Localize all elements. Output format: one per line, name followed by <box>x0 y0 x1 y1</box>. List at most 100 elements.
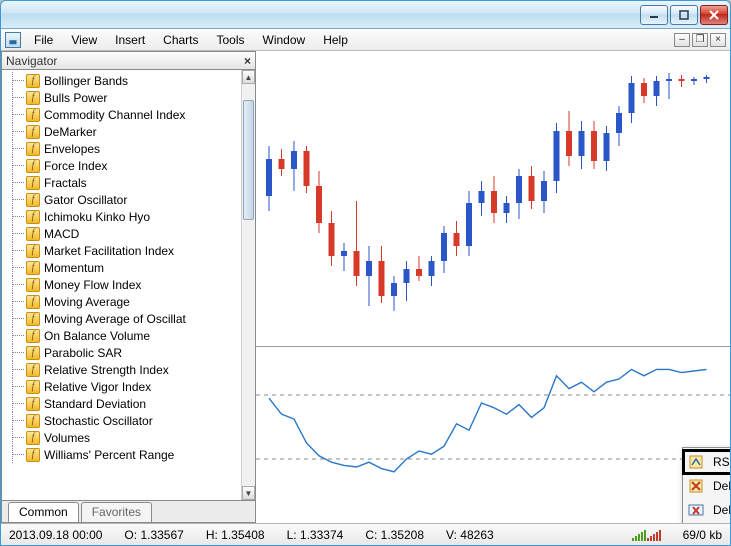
tree-item[interactable]: fMACD <box>2 225 241 242</box>
tree-item[interactable]: f Standard Deviation <box>2 395 241 412</box>
indicator-icon: f <box>26 176 40 190</box>
menu-window[interactable]: Window <box>254 31 315 49</box>
delete-window-icon <box>685 499 707 521</box>
tree-item[interactable]: f Moving Average of Oscillat <box>2 310 241 327</box>
tree-item-label: Standard Deviation <box>44 397 146 411</box>
tree-item-label: Stochastic Oscillator <box>44 414 153 428</box>
close-button[interactable] <box>700 5 728 25</box>
indicator-icon: f <box>26 312 40 326</box>
menu-file[interactable]: File <box>25 31 62 49</box>
app-icon: ▃ <box>5 32 21 48</box>
mdi-restore-button[interactable]: ❐ <box>692 33 708 47</box>
tree-item-label: Force Index <box>44 159 107 173</box>
menubar: ▃ File View Insert Charts Tools Window H… <box>1 29 730 51</box>
indicator-icon: f <box>26 108 40 122</box>
tree-item-label: Fractals <box>44 176 87 190</box>
navigator-scrollbar[interactable]: ▲ ▼ <box>241 70 255 500</box>
minimize-button[interactable] <box>640 5 668 25</box>
tree-item-label: Moving Average of Oscillat <box>44 312 186 326</box>
tree-item[interactable]: fBulls Power <box>2 89 241 106</box>
indicator-icon: f <box>26 431 40 445</box>
status-open: O: 1.33567 <box>124 528 183 542</box>
menu-help[interactable]: Help <box>314 31 357 49</box>
tree-item[interactable]: f Money Flow Index <box>2 276 241 293</box>
tree-item[interactable]: f Force Index <box>2 157 241 174</box>
tree-item[interactable]: f Williams' Percent Range <box>2 446 241 463</box>
scroll-thumb[interactable] <box>243 100 254 220</box>
scroll-up-icon[interactable]: ▲ <box>242 70 255 84</box>
tree-item-label: Momentum <box>44 261 104 275</box>
tree-item-label: Parabolic SAR <box>44 346 122 360</box>
menu-insert[interactable]: Insert <box>106 31 154 49</box>
tree-item[interactable]: f Moving Average <box>2 293 241 310</box>
navigator-tree: fBollinger BandsfBulls PowerfCommodity C… <box>2 70 241 500</box>
indicator-icon: f <box>26 346 40 360</box>
status-high: H: 1.35408 <box>206 528 265 542</box>
tree-item[interactable]: f Momentum <box>2 259 241 276</box>
indicator-icon: f <box>26 227 40 241</box>
tree-item[interactable]: f Parabolic SAR <box>2 344 241 361</box>
status-close: C: 1.35208 <box>365 528 424 542</box>
maximize-button[interactable] <box>670 5 698 25</box>
indicator-icon: f <box>26 397 40 411</box>
indicator-icon: f <box>26 244 40 258</box>
workspace: Navigator × fBollinger BandsfBulls Power… <box>1 51 730 523</box>
tree-item[interactable]: fOn Balance Volume <box>2 327 241 344</box>
connection-bars-icon <box>632 529 661 541</box>
titlebar <box>1 1 730 29</box>
tree-item[interactable]: f Fractals <box>2 174 241 191</box>
tree-item[interactable]: fVolumes <box>2 429 241 446</box>
tree-item-label: Bulls Power <box>44 91 107 105</box>
scroll-down-icon[interactable]: ▼ <box>242 486 255 500</box>
mdi-minimize-button[interactable]: – <box>674 33 690 47</box>
tree-item-label: Williams' Percent Range <box>44 448 174 462</box>
menu-charts[interactable]: Charts <box>154 31 207 49</box>
indicator-icon: f <box>26 261 40 275</box>
delete-indicator-icon <box>685 475 707 497</box>
tree-item-label: Moving Average <box>44 295 130 309</box>
tree-item[interactable]: fBollinger Bands <box>2 72 241 89</box>
indicator-chart[interactable] <box>256 347 731 507</box>
indicator-icon: f <box>26 125 40 139</box>
navigator-panel: Navigator × fBollinger BandsfBulls Power… <box>1 51 256 523</box>
tree-item-label: Market Facilitation Index <box>44 244 174 258</box>
tree-item[interactable]: fRelative Strength Index <box>2 361 241 378</box>
tree-item[interactable]: f DeMarker <box>2 123 241 140</box>
tree-item[interactable]: fStochastic Oscillator <box>2 412 241 429</box>
price-chart[interactable] <box>256 51 731 346</box>
ctx-delete-indicator[interactable]: Delete Indicator <box>683 474 731 498</box>
indicator-icon: f <box>26 210 40 224</box>
indicator-icon: f <box>26 159 40 173</box>
indicator-icon: f <box>26 380 40 394</box>
status-vol: V: 48263 <box>446 528 494 542</box>
tree-item-label: Money Flow Index <box>44 278 141 292</box>
chart-area[interactable]: Edit Indicator RSI(14) properties... Del… <box>256 51 730 523</box>
tree-item-label: Relative Strength Index <box>44 363 169 377</box>
tree-item-label: Bollinger Bands <box>44 74 128 88</box>
tab-favorites[interactable]: Favorites <box>81 502 152 522</box>
tree-item[interactable]: f Market Facilitation Index <box>2 242 241 259</box>
indicator-icon: f <box>26 142 40 156</box>
indicator-icon: f <box>26 278 40 292</box>
tree-item[interactable]: f Envelopes <box>2 140 241 157</box>
tree-item-label: Ichimoku Kinko Hyo <box>44 210 150 224</box>
tree-item[interactable]: f Ichimoku Kinko Hyo <box>2 208 241 225</box>
indicator-icon: f <box>26 448 40 462</box>
ctx-rsi-properties[interactable]: RSI(14) properties... <box>683 450 731 474</box>
ctx-label: RSI(14) properties... <box>713 455 731 469</box>
indicator-icon: f <box>26 295 40 309</box>
indicator-icon: f <box>26 193 40 207</box>
tree-item-label: DeMarker <box>44 125 97 139</box>
menu-tools[interactable]: Tools <box>208 31 254 49</box>
tree-item[interactable]: fRelative Vigor Index <box>2 378 241 395</box>
ctx-delete-indicator-window[interactable]: Delete Indicator Window <box>683 498 731 522</box>
navigator-tree-wrap: fBollinger BandsfBulls PowerfCommodity C… <box>2 70 255 500</box>
tree-item-label: Envelopes <box>44 142 100 156</box>
tree-item[interactable]: fGator Oscillator <box>2 191 241 208</box>
mdi-close-button[interactable]: × <box>710 33 726 47</box>
navigator-titlebar: Navigator × <box>2 52 255 70</box>
menu-view[interactable]: View <box>62 31 106 49</box>
tree-item[interactable]: fCommodity Channel Index <box>2 106 241 123</box>
navigator-close-icon[interactable]: × <box>244 54 251 68</box>
tab-common[interactable]: Common <box>8 502 79 522</box>
